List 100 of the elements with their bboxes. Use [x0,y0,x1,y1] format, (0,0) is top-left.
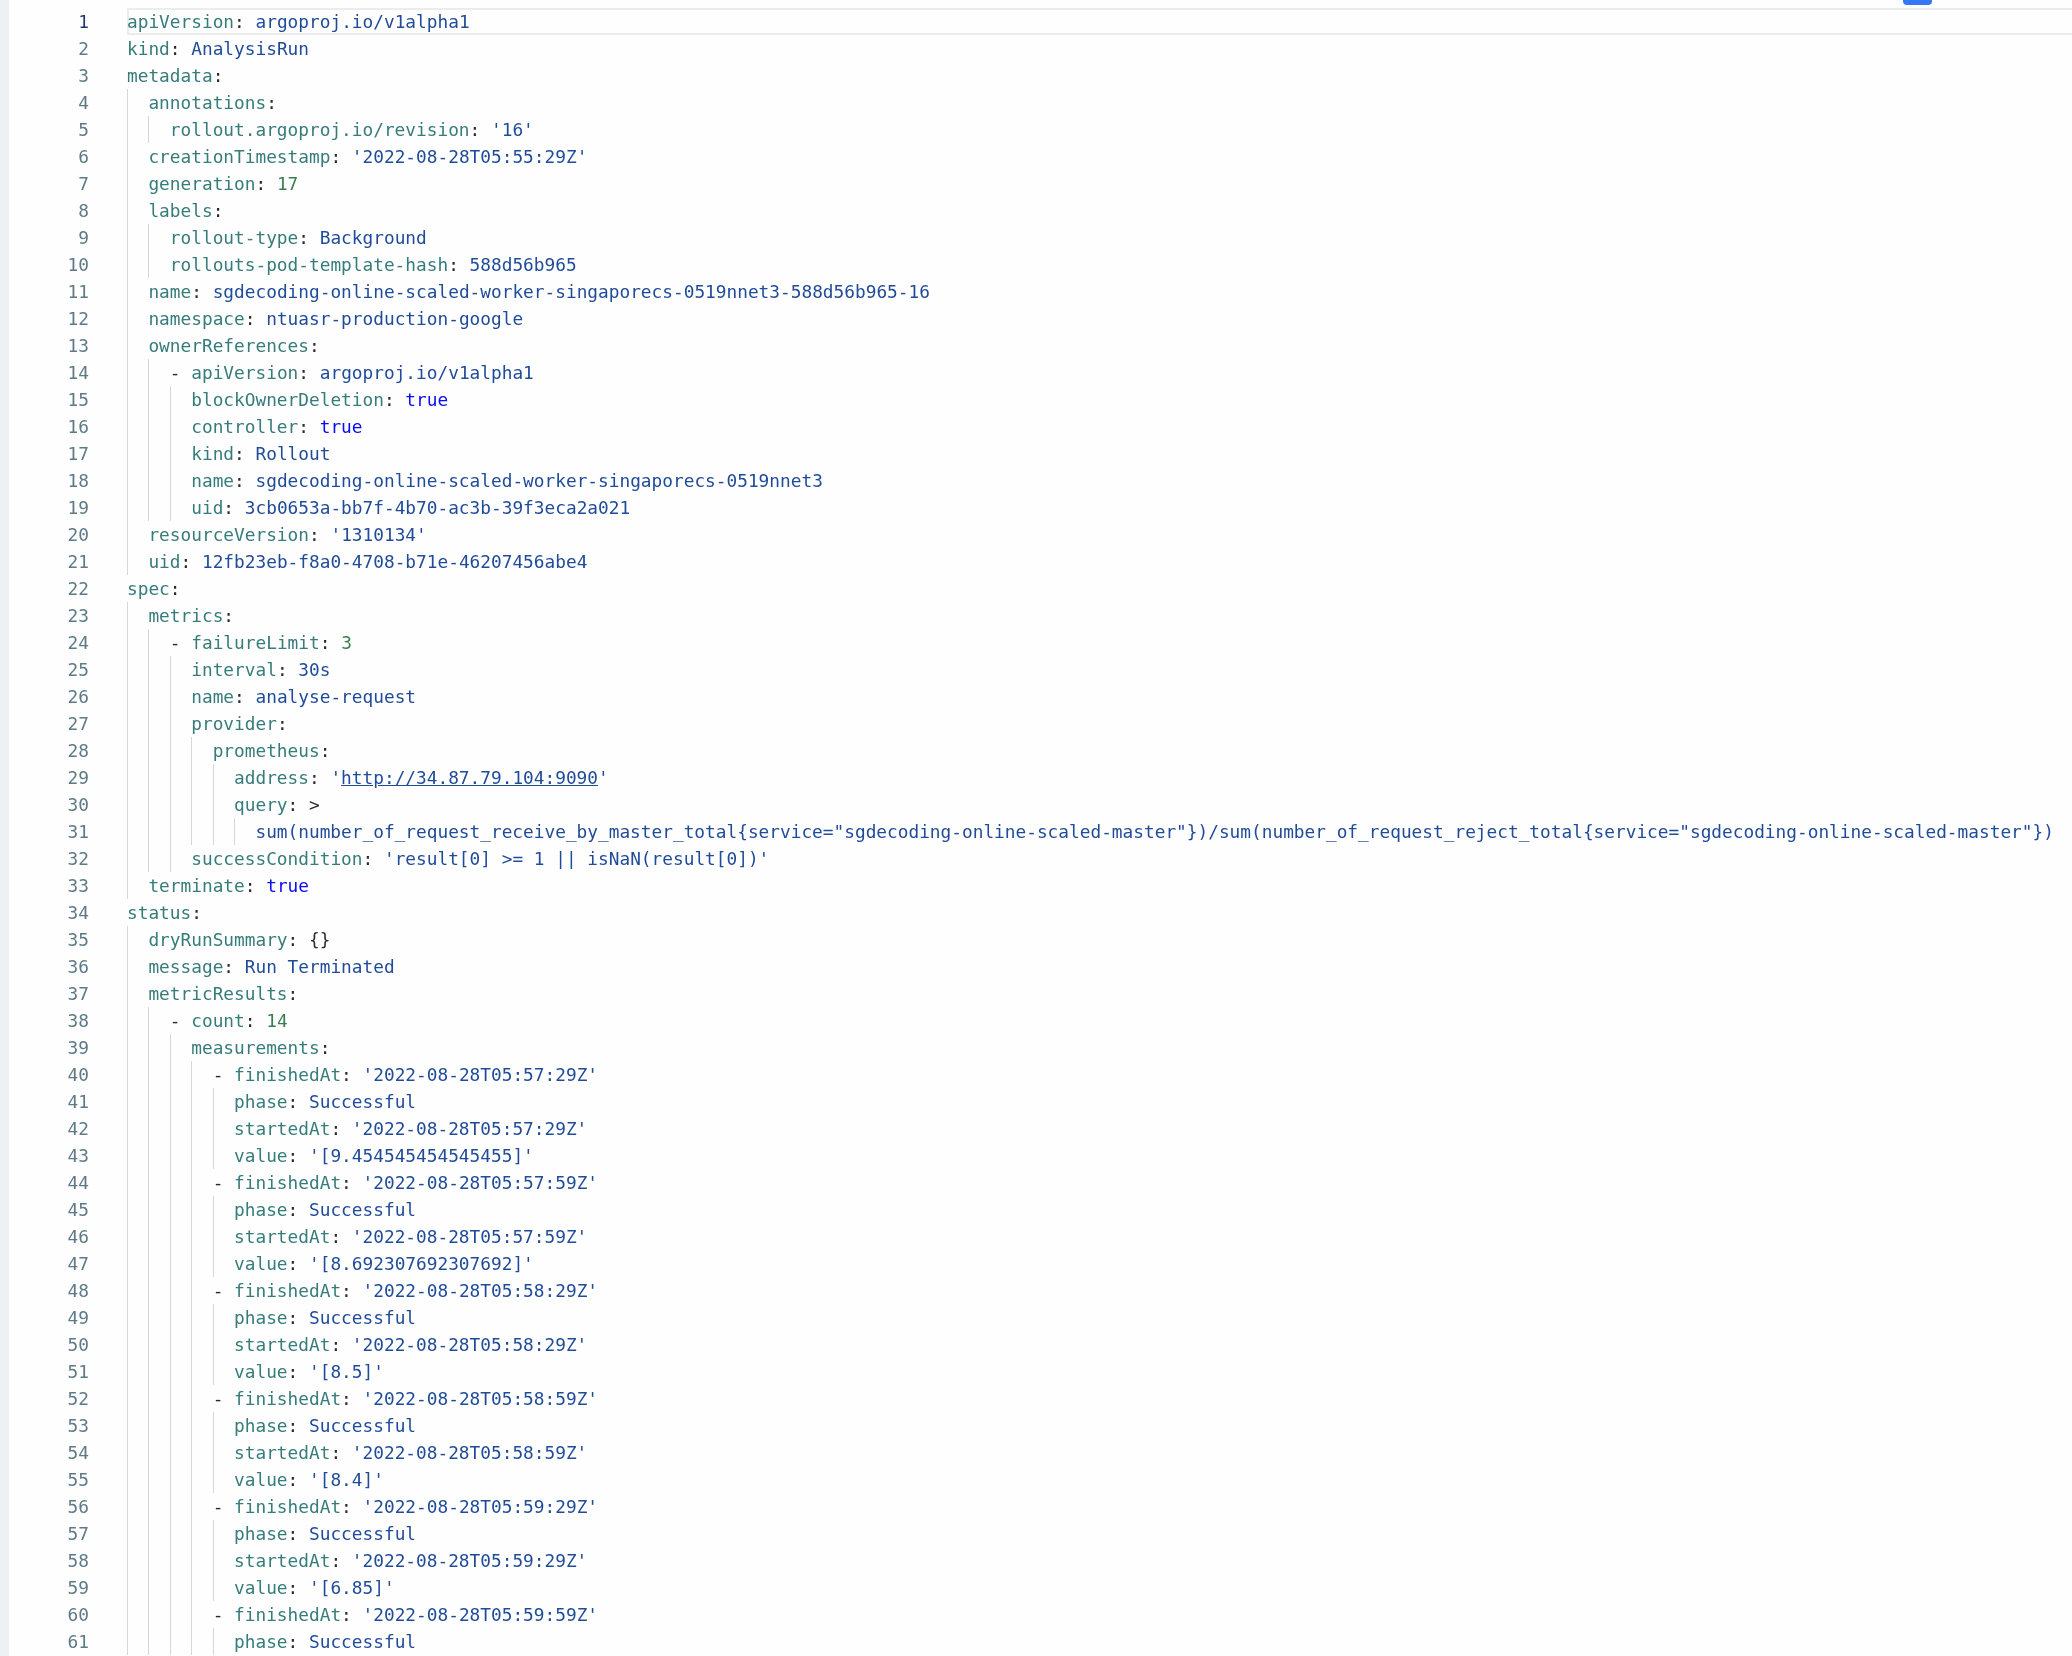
code-line: successCondition: 'result[0] >= 1 || isNaN(result[0])' [191,847,770,871]
code-line: rollout-type: Background [169,226,427,250]
code-line: startedAt: '2022-08-28T05:57:59Z' [234,1225,588,1249]
code-line: startedAt: '2022-08-28T05:57:29Z' [234,1117,588,1141]
line-number: 34 [66,901,89,925]
line-number: 4 [77,91,89,115]
code-line: generation: 17 [148,172,299,196]
code-line: - finishedAt: '2022-08-28T05:59:29Z' [212,1495,599,1519]
code-line: - finishedAt: '2022-08-28T05:57:29Z' [212,1063,599,1087]
code-line: value: '[8.4]' [234,1468,384,1492]
code-line: rollouts-pod-template-hash: 588d56b965 [169,253,577,277]
code-line: metricResults: [148,982,299,1006]
line-number: 49 [66,1306,89,1330]
line-number: 41 [66,1090,89,1114]
code-line: ownerReferences: [148,334,320,358]
code-line: labels: [148,199,224,223]
line-number: 48 [66,1279,89,1303]
code-line: startedAt: '2022-08-28T05:58:29Z' [234,1333,588,1357]
line-number: 22 [66,577,89,601]
line-number: 52 [66,1387,89,1411]
line-number: 40 [66,1063,89,1087]
code-line: value: '[8.692307692307692]' [234,1252,534,1276]
code-line: sum(number_of_request_receive_by_master_total{service="sgdecoding-online-scaled-master"})/sum(number_of_request_reject_total{service="sgdecoding-online-scaled-master"}) [255,820,2054,844]
code-line: message: Run Terminated [148,955,395,979]
line-number: 20 [66,523,89,547]
code-line: metadata: [127,64,224,88]
line-number: 54 [66,1441,89,1465]
code-line: name: sgdecoding-online-scaled-worker-singaporecs-0519nnet3 [191,469,823,493]
line-number: 7 [77,172,89,196]
code-line: kind: Rollout [191,442,331,466]
code-line: status: [127,901,202,925]
line-number: 30 [66,793,89,817]
code-line: name: sgdecoding-online-scaled-worker-singaporecs-0519nnet3-588d56b965-16 [148,280,930,304]
code-line: provider: [191,712,288,736]
line-number: 31 [66,820,89,844]
link[interactable]: http://34.87.79.104:9090 [341,767,599,788]
line-number: 26 [66,685,89,709]
line-number: 15 [66,388,89,412]
line-number: 35 [66,928,89,952]
code-line: - failureLimit: 3 [169,631,352,655]
code-line: query: > [234,793,320,817]
scroll-marker [1903,0,1932,5]
line-number: 33 [66,874,89,898]
line-number: 59 [66,1576,89,1600]
line-number: 28 [66,739,89,763]
code-line: startedAt: '2022-08-28T05:58:59Z' [234,1441,588,1465]
line-number: 18 [66,469,89,493]
line-number: 37 [66,982,89,1006]
code-line: phase: Successful [234,1414,417,1438]
code-line: dryRunSummary: {} [148,928,331,952]
line-number: 60 [66,1603,89,1627]
code-line: measurements: [191,1036,331,1060]
code-line: annotations: [148,91,277,115]
code-line: creationTimestamp: '2022-08-28T05:55:29Z' [148,145,588,169]
line-number: 27 [66,712,89,736]
code-line: phase: Successful [234,1198,417,1222]
line-number: 6 [77,145,89,169]
line-number: 42 [66,1117,89,1141]
code-line: value: '[6.85]' [234,1576,395,1600]
code-line: metrics: [148,604,235,628]
line-number: 45 [66,1198,89,1222]
code-line: blockOwnerDeletion: true [191,388,449,412]
code-line: interval: 30s [191,658,331,682]
line-number: 56 [66,1495,89,1519]
line-number: 11 [66,280,89,304]
line-number: 39 [66,1036,89,1060]
line-number: 16 [66,415,89,439]
line-number: 53 [66,1414,89,1438]
line-number: 21 [66,550,89,574]
line-number: 38 [66,1009,89,1033]
line-number: 58 [66,1549,89,1573]
code-line: - finishedAt: '2022-08-28T05:57:59Z' [212,1171,599,1195]
line-number: 44 [66,1171,89,1195]
line-number: 1 [77,10,89,34]
line-number: 24 [66,631,89,655]
code-line: - count: 14 [169,1009,288,1033]
code-line: value: '[9.454545454545455]' [234,1144,534,1168]
line-number: 8 [77,199,89,223]
line-number: 12 [66,307,89,331]
line-number: 10 [66,253,89,277]
line-number: 19 [66,496,89,520]
code-line: value: '[8.5]' [234,1360,384,1384]
code-line: - finishedAt: '2022-08-28T05:58:29Z' [212,1279,599,1303]
code-line: terminate: true [148,874,309,898]
line-number: 50 [66,1333,89,1357]
code-line: rollout.argoproj.io/revision: '16' [169,118,534,142]
line-number: 9 [77,226,89,250]
line-number: 32 [66,847,89,871]
code-line: name: analyse-request [191,685,417,709]
code-line: controller: true [191,415,363,439]
code-line: kind: AnalysisRun [127,37,309,61]
line-number: 43 [66,1144,89,1168]
line-number: 14 [66,361,89,385]
code-line: - finishedAt: '2022-08-28T05:59:59Z' [212,1603,599,1627]
line-number: 46 [66,1225,89,1249]
code-line: - apiVersion: argoproj.io/v1alpha1 [169,361,534,385]
code-line: spec: [127,577,181,601]
line-number: 2 [77,37,89,61]
line-number: 25 [66,658,89,682]
code-line: resourceVersion: '1310134' [148,523,427,547]
